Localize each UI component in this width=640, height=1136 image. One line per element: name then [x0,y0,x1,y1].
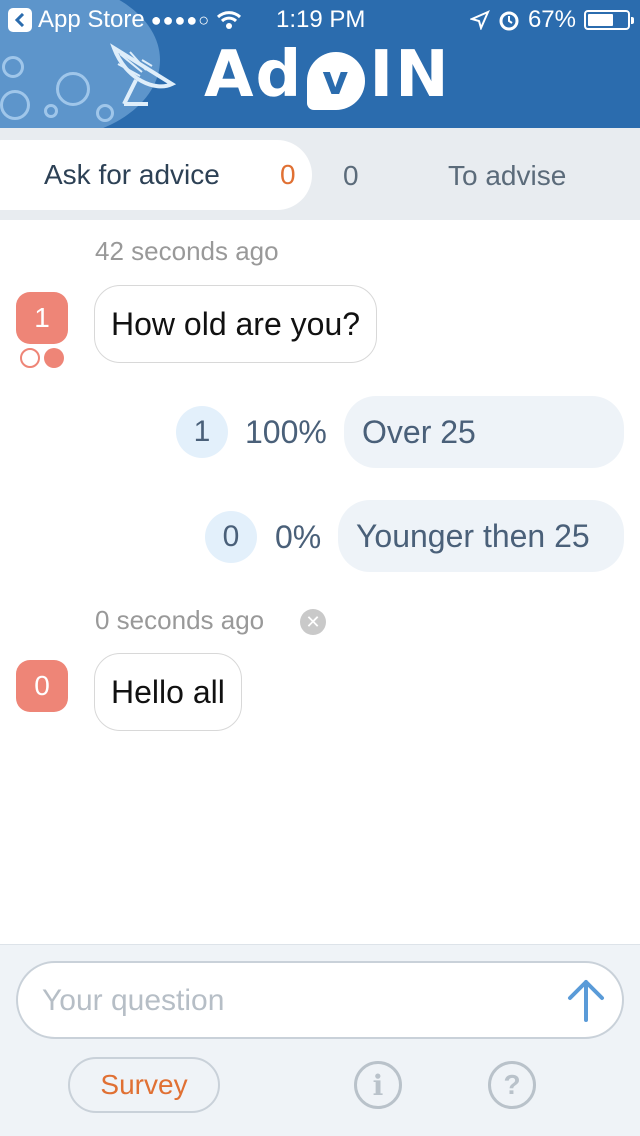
status-bar: App Store ●●●●○ 1:19 PM 67% [0,0,640,40]
battery-icon [584,10,634,30]
indicator-dot-empty [20,348,40,368]
question-field [16,961,624,1039]
tab-ask-label: Ask for advice [44,159,220,190]
logo-suffix: IN [369,38,451,112]
signal-dots: ●●●●○ [150,9,211,30]
answer-vote-count: 0 [205,511,257,563]
answer-option[interactable]: Younger then 25 [338,500,624,572]
answer-option[interactable]: Over 25 [344,396,624,468]
indicator-dot-full [44,348,64,368]
tab-ask-for-advice[interactable]: Ask for advice 0 [0,140,312,210]
wifi-icon [217,11,242,29]
answer-percent: 0% [275,519,322,555]
location-arrow-icon [469,10,490,30]
avatar: 0 [16,660,68,712]
help-icon[interactable]: ? [488,1061,536,1109]
back-app-label[interactable]: App Store [38,6,145,34]
avatar: 1 [16,292,68,344]
app-header: App Store ●●●●○ 1:19 PM 67% Ad v IN [0,0,640,128]
send-arrow-icon[interactable] [562,976,610,1024]
message-timestamp: 42 seconds ago [95,236,279,266]
crater-decoration [2,56,24,78]
satellite-dish-icon [110,43,177,106]
message-timestamp: 0 seconds ago [95,605,265,635]
tab-bar: Ask for advice 0 0 To advise [0,128,640,220]
alarm-icon [499,11,519,31]
crater-decoration [44,104,58,118]
app-logo: Ad v IN [204,38,451,112]
crater-decoration [0,90,30,120]
answer-vote-count: 1 [176,406,228,458]
question-input[interactable] [42,977,562,1025]
message-bubble[interactable]: Hello all [94,653,242,731]
back-arrow-icon[interactable] [8,8,32,32]
close-icon[interactable]: ✕ [300,609,326,635]
clock: 1:19 PM [276,6,366,33]
answer-percent: 100% [245,414,327,450]
message-bubble[interactable]: How old are you? [94,285,378,363]
composer-panel: Survey i ? [0,944,640,1136]
battery-percent: 67% [527,6,576,33]
tab-advise-count[interactable]: 0 [343,160,359,192]
crater-decoration [56,72,90,106]
survey-indicator [20,348,64,368]
info-icon[interactable]: i [354,1061,402,1109]
tab-ask-count: 0 [280,159,296,190]
logo-speech-mark: v [307,52,366,110]
tab-to-advise[interactable]: To advise [448,160,566,192]
survey-button[interactable]: Survey [68,1057,220,1113]
logo-prefix: Ad [204,38,304,112]
